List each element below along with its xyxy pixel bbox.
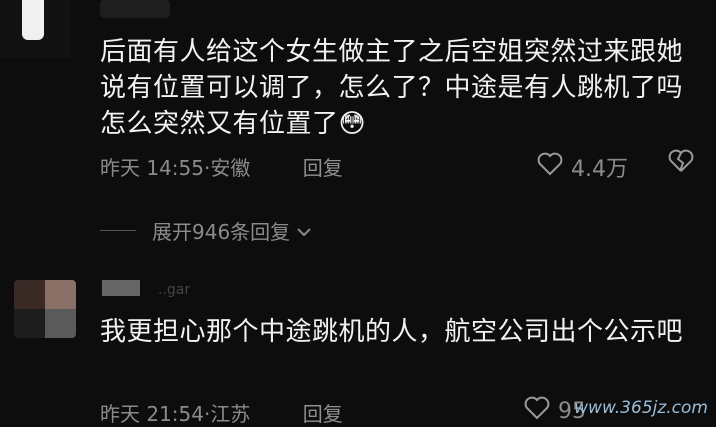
- username-obscured[interactable]: [100, 0, 170, 18]
- avatar[interactable]: [14, 280, 76, 338]
- comment-meta: 昨天 21:54·江苏 回复: [100, 402, 343, 426]
- comment-text: 后面有人给这个女生做主了之后空姐突然过来跟她说有位置可以调了，怎么了？中途是有人…: [100, 37, 684, 139]
- flushed-face-emoji: 😳: [338, 109, 367, 139]
- reply-button[interactable]: 回复: [303, 402, 343, 426]
- comment-time: 昨天 14:55: [100, 156, 204, 180]
- like-count: 4.4万: [571, 157, 628, 182]
- comment-location: 安徽: [210, 156, 251, 180]
- chevron-down-icon: [296, 219, 312, 243]
- watermark: www.365jz.com: [574, 398, 708, 418]
- heart-icon: [537, 152, 563, 182]
- dislike-button[interactable]: [668, 149, 694, 177]
- expand-replies-label: 展开946条回复: [152, 220, 291, 244]
- broken-heart-icon: [668, 149, 694, 177]
- reply-button[interactable]: 回复: [303, 156, 343, 180]
- avatar[interactable]: [0, 0, 70, 58]
- comment-meta: 昨天 14:55·安徽 回复: [100, 156, 343, 180]
- comment-time: 昨天 21:54: [100, 402, 204, 426]
- heart-icon: [524, 396, 550, 426]
- divider: [100, 230, 136, 231]
- username-obscured[interactable]: [102, 280, 140, 296]
- comment-location: 江苏: [210, 402, 251, 426]
- username-fragment[interactable]: ..gar: [158, 282, 216, 298]
- like-button[interactable]: 4.4万: [537, 151, 628, 183]
- expand-replies-button[interactable]: 展开946条回复: [100, 216, 312, 245]
- comment-text: 我更担心那个中途跳机的人，航空公司出个公示吧: [100, 317, 684, 347]
